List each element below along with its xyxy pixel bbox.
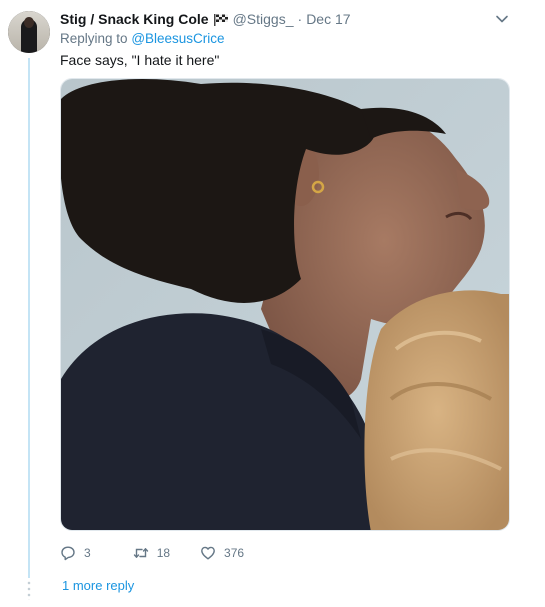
checkered-flag-icon — [213, 12, 228, 26]
reply-count: 3 — [84, 546, 91, 560]
heart-icon — [201, 546, 215, 560]
like-count: 376 — [224, 546, 245, 560]
retweet-icon — [133, 548, 148, 558]
author-name[interactable]: Stig / Snack King Cole — [60, 10, 209, 28]
reply-button[interactable]: 3 — [60, 545, 91, 561]
reply-icon — [61, 546, 75, 561]
replying-to: Replying to @BleesusCrice — [60, 31, 225, 46]
tweet[interactable]: Stig / Snack King Cole @Stiggs_ · Dec 17… — [0, 0, 545, 607]
replying-to-mention[interactable]: @BleesusCrice — [131, 31, 224, 46]
replying-to-label: Replying to — [60, 31, 128, 46]
tweet-photo[interactable] — [60, 78, 510, 531]
avatar[interactable] — [8, 11, 50, 53]
avatar-head — [24, 17, 34, 28]
retweet-count: 18 — [156, 546, 171, 560]
tweet-date[interactable]: Dec 17 — [306, 10, 350, 28]
more-replies-link[interactable]: 1 more reply — [62, 578, 134, 593]
tweet-actions: 3 18 376 — [60, 545, 274, 561]
thread-line — [28, 58, 30, 578]
author-handle[interactable]: @Stiggs_ — [233, 10, 294, 28]
tweet-text: Face says, "I hate it here" — [60, 52, 220, 68]
photo-illustration — [61, 79, 509, 530]
retweet-button[interactable]: 18 — [133, 545, 170, 561]
tweet-header: Stig / Snack King Cole @Stiggs_ · Dec 17 — [60, 10, 351, 28]
chevron-down-icon[interactable] — [495, 12, 509, 26]
header-separator: · — [297, 11, 303, 27]
like-button[interactable]: 376 — [200, 545, 244, 561]
thread-dots — [27, 580, 31, 600]
